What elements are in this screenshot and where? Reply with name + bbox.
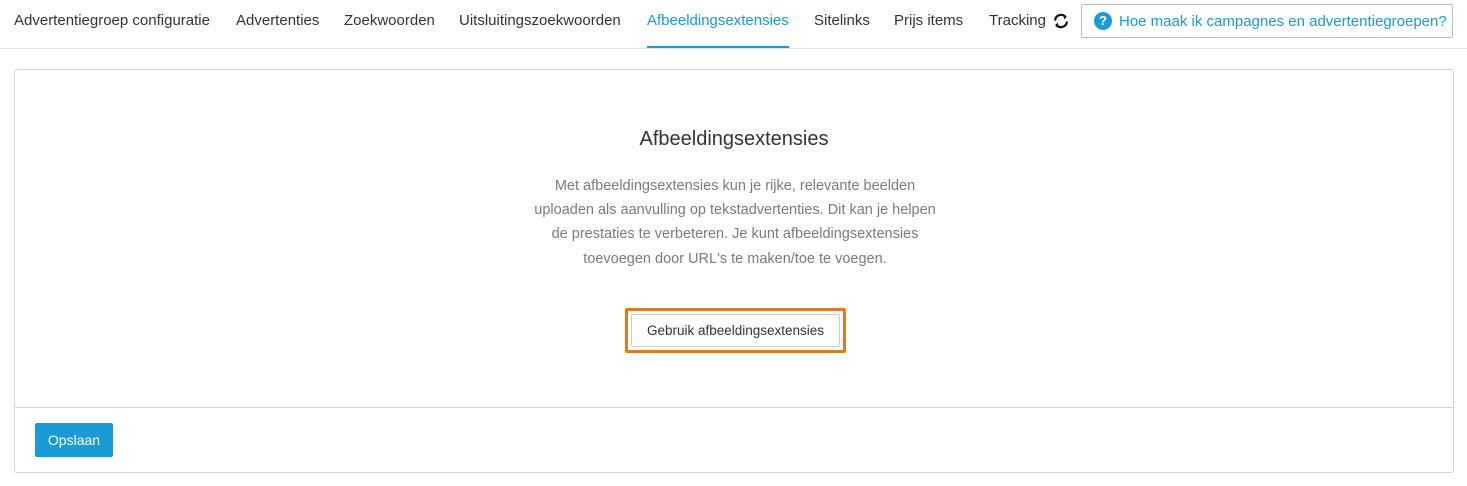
save-button[interactable]: Opslaan	[35, 423, 113, 457]
question-circle-icon: ?	[1094, 12, 1112, 30]
use-image-extensions-button[interactable]: Gebruik afbeeldingsextensies	[631, 314, 840, 347]
help-campaigns-label: Hoe maak ik campagnes en advertentiegroe…	[1119, 12, 1447, 30]
image-extensions-panel: Afbeeldingsextensies Met afbeeldingsexte…	[14, 69, 1454, 473]
tab-tracking[interactable]: Tracking	[989, 0, 1046, 49]
tab-advertentiegroep-configuratie[interactable]: Advertentiegroep configuratie	[14, 0, 210, 49]
help-campaigns-button[interactable]: ? Hoe maak ik campagnes en advertentiegr…	[1081, 4, 1453, 38]
cta-highlight-frame: Gebruik afbeeldingsextensies	[625, 308, 846, 353]
tab-prijs-items[interactable]: Prijs items	[894, 0, 963, 49]
tab-afbeeldingsextensies[interactable]: Afbeeldingsextensies	[647, 0, 789, 49]
panel-description: Met afbeeldingsextensies kun je rijke, r…	[534, 178, 936, 267]
panel-footer: Opslaan	[15, 408, 1453, 472]
tab-bar: Advertentiegroep configuratie Advertenti…	[0, 0, 1467, 49]
tab-uitsluitingszoekwoorden[interactable]: Uitsluitingszoekwoorden	[459, 0, 621, 49]
panel-title: Afbeeldingsextensies	[639, 128, 829, 150]
refresh-icon[interactable]	[1052, 12, 1070, 30]
tab-advertenties[interactable]: Advertenties	[236, 0, 319, 49]
panel-body: Afbeeldingsextensies Met afbeeldingsexte…	[15, 70, 1453, 408]
tab-sitelinks[interactable]: Sitelinks	[814, 0, 870, 49]
tab-zoekwoorden[interactable]: Zoekwoorden	[344, 0, 435, 49]
